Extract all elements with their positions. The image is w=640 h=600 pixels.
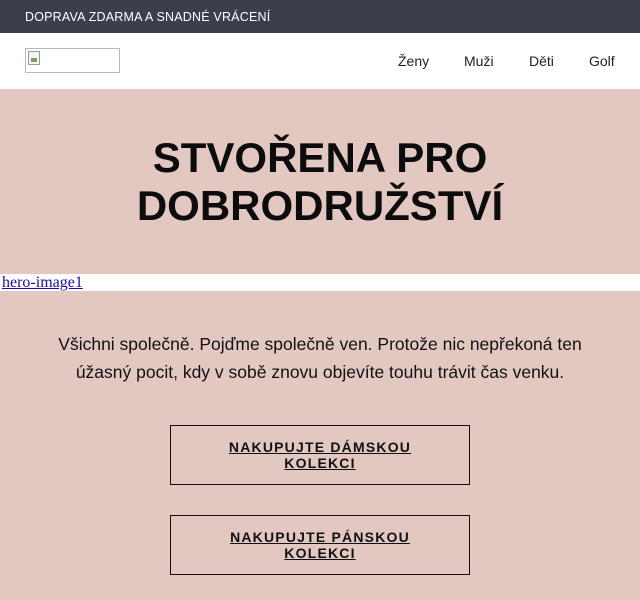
logo[interactable]: [25, 48, 120, 73]
hero-image-alt-text: hero-image1: [2, 273, 83, 291]
shop-men-button[interactable]: NAKUPUJTE PÁNSKOU KOLEKCI: [170, 515, 470, 575]
broken-image-icon: [28, 51, 40, 65]
hero-title-line-1: STVOŘENA PRO: [152, 134, 488, 181]
intro-text: Všichni společně. Pojďme společně ven. P…: [58, 334, 582, 382]
shop-men-label: NAKUPUJTE PÁNSKOU KOLEKCI: [230, 529, 410, 561]
hero-image-link[interactable]: hero-image1: [0, 274, 83, 291]
nav-item-deti[interactable]: Děti: [529, 53, 554, 69]
shop-women-button[interactable]: NAKUPUJTE DÁMSKOU KOLEKCI: [170, 425, 470, 485]
nav-item-muzi[interactable]: Muži: [464, 53, 494, 69]
hero-image: [0, 274, 640, 291]
site-header: Ženy Muži Děti Golf: [0, 33, 640, 89]
promo-bar: DOPRAVA ZDARMA A SNADNÉ VRÁCENÍ: [0, 0, 640, 33]
shop-women-label: NAKUPUJTE DÁMSKOU KOLEKCI: [228, 439, 412, 471]
nav-item-golf[interactable]: Golf: [589, 53, 615, 69]
hero-title-line-2: DOBRODRUŽSTVÍ: [136, 182, 504, 229]
nav-item-zeny[interactable]: Ženy: [398, 53, 429, 69]
promo-text: DOPRAVA ZDARMA A SNADNÉ VRÁCENÍ: [25, 9, 271, 24]
hero-title: STVOŘENA PRO DOBRODRUŽSTVÍ: [0, 134, 640, 230]
